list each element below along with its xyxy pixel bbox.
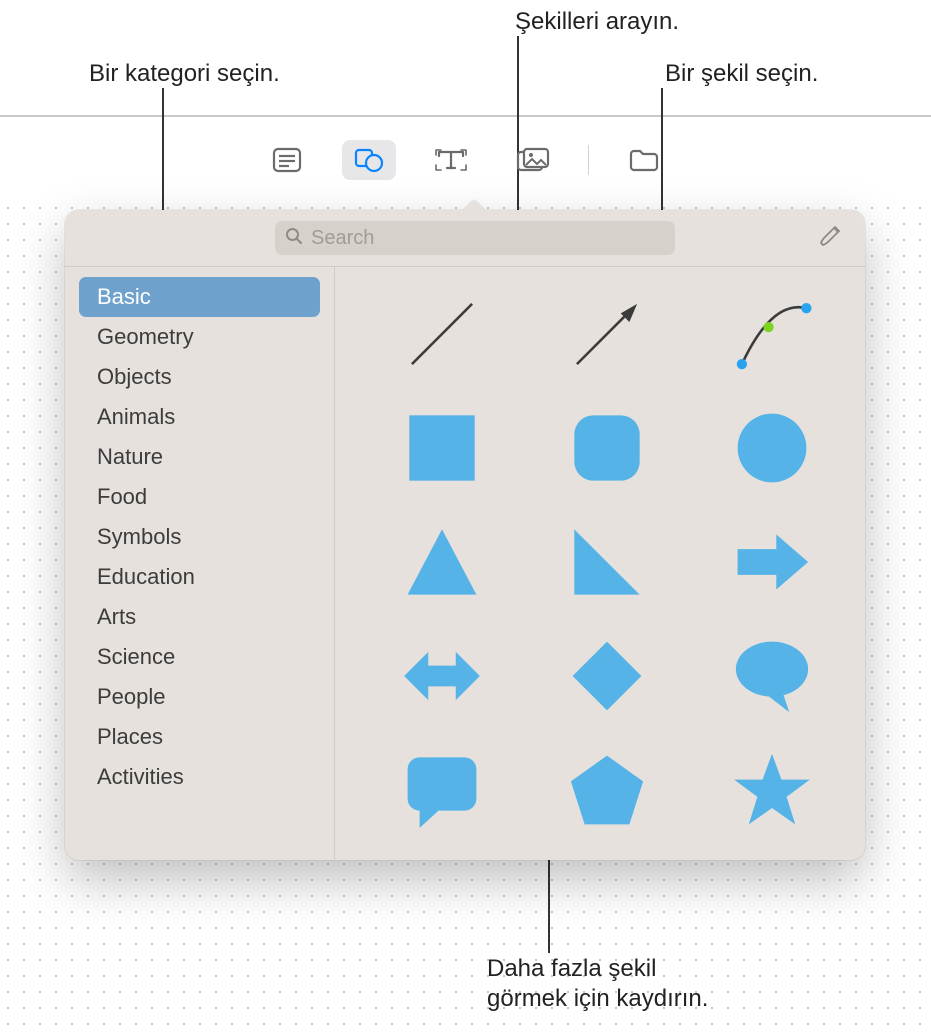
sidebar-category-education[interactable]: Education: [79, 557, 320, 597]
callout-shape: Bir şekil seçin.: [665, 60, 818, 88]
shape-pentagon[interactable]: [560, 743, 654, 837]
media-toolbar-button[interactable]: [506, 140, 560, 180]
notes-toolbar-button[interactable]: [260, 140, 314, 180]
text-toolbar-button[interactable]: [424, 140, 478, 180]
shape-line[interactable]: [395, 287, 489, 381]
sidebar-category-activities[interactable]: Activities: [79, 757, 320, 797]
toolbar: [0, 130, 931, 190]
shape-curve[interactable]: [725, 287, 819, 381]
category-sidebar: BasicGeometryObjectsAnimalsNatureFoodSym…: [65, 267, 335, 860]
draw-pen-icon[interactable]: [819, 223, 845, 254]
shape-double-arrow[interactable]: [395, 629, 489, 723]
shape-circle[interactable]: [725, 401, 819, 495]
sidebar-category-nature[interactable]: Nature: [79, 437, 320, 477]
sidebar-category-arts[interactable]: Arts: [79, 597, 320, 637]
shapes-popover: BasicGeometryObjectsAnimalsNatureFoodSym…: [65, 210, 865, 860]
sidebar-category-objects[interactable]: Objects: [79, 357, 320, 397]
folder-toolbar-button[interactable]: [617, 140, 671, 180]
shapes-area[interactable]: [335, 267, 865, 860]
callout-scroll-1: Daha fazla şekil: [487, 955, 656, 983]
sidebar-category-animals[interactable]: Animals: [79, 397, 320, 437]
callout-scroll-2: görmek için kaydırın.: [487, 985, 708, 1013]
shape-rounded-square[interactable]: [560, 401, 654, 495]
search-input[interactable]: [303, 226, 665, 251]
shape-diamond[interactable]: [560, 629, 654, 723]
shape-speech-bubble-round[interactable]: [725, 629, 819, 723]
toolbar-separator: [588, 145, 589, 175]
shapes-toolbar-button[interactable]: [342, 140, 396, 180]
search-field[interactable]: [275, 221, 675, 255]
sidebar-category-places[interactable]: Places: [79, 717, 320, 757]
sidebar-category-people[interactable]: People: [79, 677, 320, 717]
sidebar-category-geometry[interactable]: Geometry: [79, 317, 320, 357]
shape-arrow-line[interactable]: [560, 287, 654, 381]
callout-category: Bir kategori seçin.: [89, 60, 280, 88]
callout-search: Şekilleri arayın.: [515, 8, 679, 36]
shape-triangle[interactable]: [395, 515, 489, 609]
shape-speech-bubble-square[interactable]: [395, 743, 489, 837]
sidebar-category-science[interactable]: Science: [79, 637, 320, 677]
sidebar-category-basic[interactable]: Basic: [79, 277, 320, 317]
sidebar-category-food[interactable]: Food: [79, 477, 320, 517]
shape-arrow-right[interactable]: [725, 515, 819, 609]
shape-square[interactable]: [395, 401, 489, 495]
sidebar-category-symbols[interactable]: Symbols: [79, 517, 320, 557]
shape-right-triangle[interactable]: [560, 515, 654, 609]
shape-star[interactable]: [725, 743, 819, 837]
search-icon: [285, 227, 303, 250]
